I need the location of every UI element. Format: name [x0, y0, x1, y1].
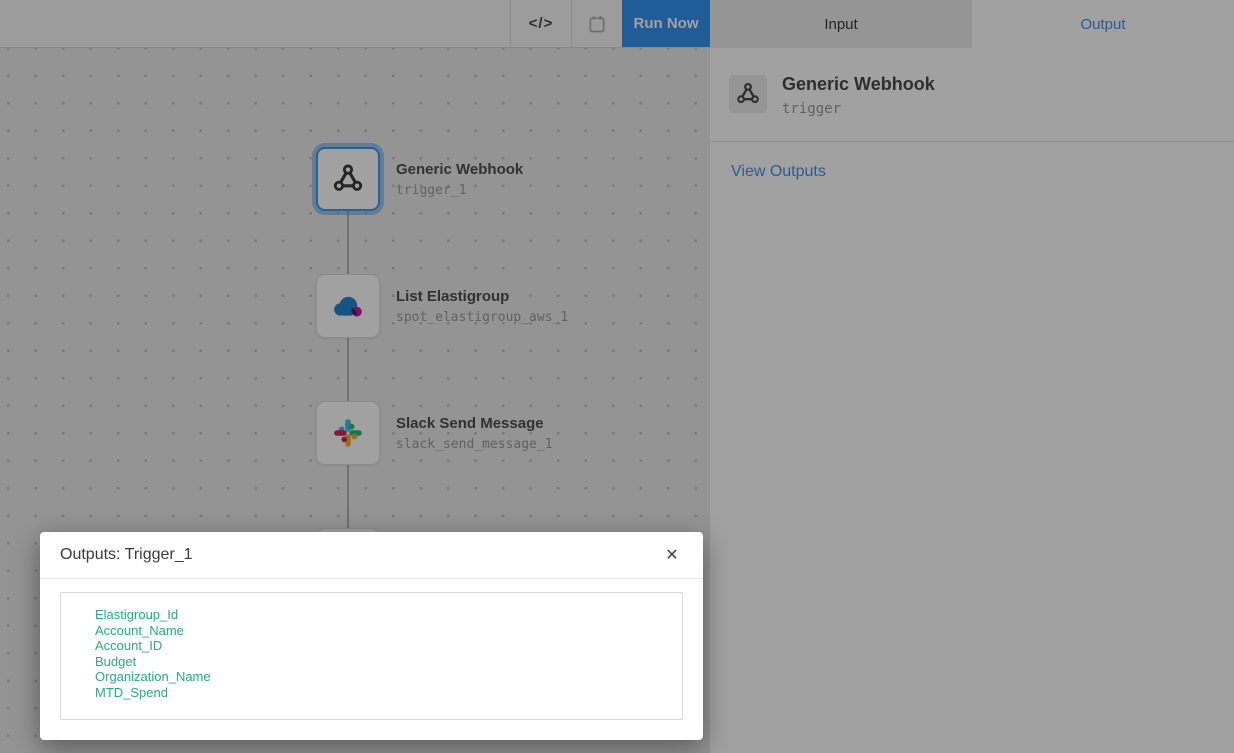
modal-title: Outputs: Trigger_1	[60, 546, 193, 564]
modal-header: Outputs: Trigger_1 ✕	[40, 532, 703, 579]
output-item[interactable]: Budget	[95, 654, 672, 670]
output-item[interactable]: Account_ID	[95, 638, 672, 654]
close-icon[interactable]: ✕	[657, 540, 687, 570]
outputs-modal: Outputs: Trigger_1 ✕ Elastigroup_Id Acco…	[40, 532, 703, 740]
output-item[interactable]: Account_Name	[95, 623, 672, 639]
output-item[interactable]: Organization_Name	[95, 669, 672, 685]
outputs-list: Elastigroup_Id Account_Name Account_ID B…	[60, 592, 683, 720]
output-item[interactable]: Elastigroup_Id	[95, 607, 672, 623]
output-item[interactable]: MTD_Spend	[95, 685, 672, 701]
